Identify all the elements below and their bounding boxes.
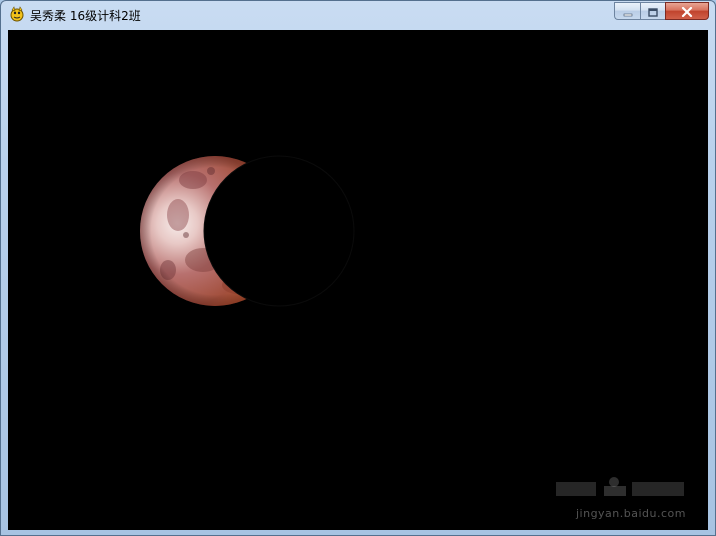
minimize-button[interactable] xyxy=(614,2,640,20)
watermark: jingyan.baidu.com xyxy=(556,476,686,520)
maximize-icon xyxy=(648,2,658,21)
watermark-text: jingyan.baidu.com xyxy=(575,507,686,520)
close-button[interactable] xyxy=(665,2,709,20)
close-icon xyxy=(681,2,693,21)
baidu-logo-icon xyxy=(556,477,684,496)
caption-buttons xyxy=(614,2,709,21)
maximize-button[interactable] xyxy=(640,2,665,20)
eclipse-scene xyxy=(140,155,355,307)
earth-shadow xyxy=(203,155,355,307)
window-title: 吴秀柔 16级计科2班 xyxy=(30,9,141,23)
game-canvas[interactable]: jingyan.baidu.com xyxy=(8,30,708,530)
app-window: 吴秀柔 16级计科2班 jingyan.baidu.com xyxy=(0,0,716,536)
minimize-icon xyxy=(623,2,633,21)
pygame-snake-icon xyxy=(9,6,25,22)
title-bar[interactable]: 吴秀柔 16级计科2班 xyxy=(1,1,715,29)
